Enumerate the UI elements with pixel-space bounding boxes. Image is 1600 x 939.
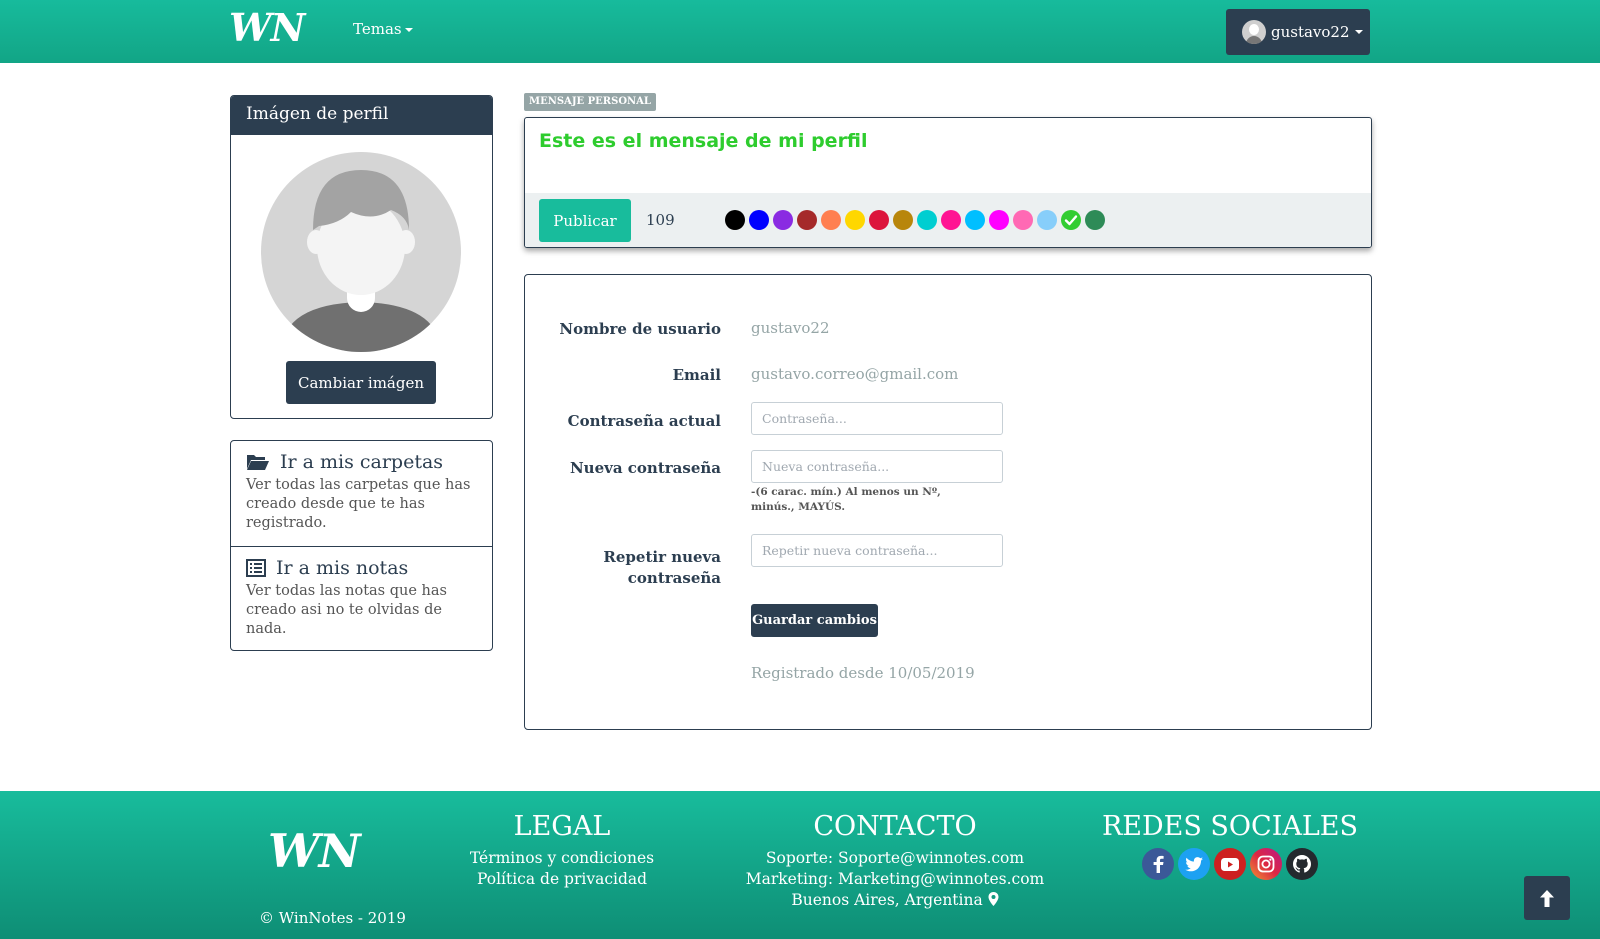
user-menu-button[interactable]: gustavo22 (1226, 9, 1370, 55)
scroll-to-top-button[interactable] (1524, 876, 1570, 920)
color-swatch[interactable] (749, 210, 769, 230)
github-icon[interactable] (1286, 848, 1318, 880)
instagram-icon[interactable] (1250, 848, 1282, 880)
color-swatch[interactable] (725, 210, 745, 230)
social-links (1100, 848, 1360, 880)
personal-message-box: Este es el mensaje de mi perfil Publicar… (524, 117, 1372, 248)
color-swatch[interactable] (893, 210, 913, 230)
user-name: gustavo22 (1271, 23, 1350, 41)
footer-contact: CONTACTO Soporte: Soporte@winnotes.com M… (745, 811, 1045, 911)
color-swatch[interactable] (1061, 210, 1081, 230)
email-label: Email (672, 366, 721, 384)
chevron-down-icon (1354, 30, 1363, 34)
link-my-notes-title-row: Ir a mis notas (246, 557, 477, 579)
link-my-notes-description: Ver todas las notas que has creado asi n… (246, 583, 447, 637)
default-user-icon (281, 170, 441, 352)
chevron-down-icon (404, 28, 413, 32)
link-my-folders[interactable]: Ir a mis carpetas Ver todas las carpetas… (231, 441, 492, 546)
check-icon (1064, 215, 1078, 226)
social-heading: REDES SOCIALES (1101, 811, 1359, 842)
color-palette (725, 210, 1105, 230)
message-toolbar: Publicar 109 (525, 193, 1371, 247)
legal-heading: LEGAL (513, 811, 611, 842)
youtube-icon[interactable] (1214, 848, 1246, 880)
char-counter: 109 (646, 211, 675, 229)
link-my-notes[interactable]: Ir a mis notas Ver todas las notas que h… (231, 546, 492, 650)
registered-since-text: Registrado desde 10/05/2019 (751, 664, 975, 682)
link-my-folders-description: Ver todas las carpetas que has creado de… (246, 477, 471, 531)
color-swatch[interactable] (869, 210, 889, 230)
profile-image-card: Imágen de perfil Cambiar imágen (230, 95, 493, 419)
copyright-text: © WinNotes - 2019 (259, 909, 406, 927)
personal-message-badge: MENSAJE PERSONAL (524, 93, 656, 111)
terms-link[interactable]: Términos y condiciones (462, 848, 662, 869)
folder-open-icon (247, 455, 269, 470)
repeat-password-label: Repetir nueva contraseña (603, 547, 721, 589)
footer-logo: WN (268, 827, 364, 875)
color-swatch[interactable] (965, 210, 985, 230)
shortcuts-card: Ir a mis carpetas Ver todas las carpetas… (230, 440, 493, 651)
new-password-input[interactable] (751, 450, 1003, 483)
publish-button[interactable]: Publicar (539, 199, 631, 242)
color-swatch[interactable] (797, 210, 817, 230)
color-swatch[interactable] (1037, 210, 1057, 230)
brand-logo-text: WN (229, 8, 307, 48)
change-image-button[interactable]: Cambiar imágen (286, 361, 436, 404)
list-icon (246, 559, 266, 577)
user-avatar-icon (1242, 20, 1266, 44)
location-line: Buenos Aires, Argentina (745, 890, 1045, 911)
profile-avatar (261, 152, 461, 352)
temas-dropdown[interactable]: Temas (353, 20, 413, 38)
email-value: gustavo.correo@gmail.com (751, 365, 959, 383)
color-swatch[interactable] (773, 210, 793, 230)
color-swatch[interactable] (989, 210, 1009, 230)
temas-label: Temas (353, 20, 402, 38)
privacy-link[interactable]: Política de privacidad (462, 869, 662, 890)
repeat-password-label-line2: contraseña (627, 569, 721, 587)
current-password-input[interactable] (751, 402, 1003, 435)
color-swatch[interactable] (917, 210, 937, 230)
repeat-password-label-line1: Repetir nueva (603, 548, 721, 566)
support-email-link[interactable]: Soporte: Soporte@winnotes.com (745, 848, 1045, 869)
footer-logo-text: WN (268, 827, 363, 875)
footer-legal: LEGAL Términos y condiciones Política de… (462, 811, 662, 890)
username-value: gustavo22 (751, 319, 830, 337)
save-changes-button[interactable]: Guardar cambios (751, 604, 878, 637)
top-navbar: WN Temas gustavo22 (0, 0, 1600, 63)
link-my-notes-title: Ir a mis notas (276, 557, 409, 579)
username-label: Nombre de usuario (559, 320, 721, 338)
current-password-label: Contraseña actual (567, 412, 721, 430)
profile-image-header: Imágen de perfil (231, 96, 492, 135)
map-marker-icon (988, 892, 999, 906)
color-swatch[interactable] (1085, 210, 1105, 230)
facebook-icon[interactable] (1142, 848, 1174, 880)
personal-message-text[interactable]: Este es el mensaje de mi perfil (539, 130, 868, 152)
color-swatch[interactable] (941, 210, 961, 230)
twitter-icon[interactable] (1178, 848, 1210, 880)
arrow-up-icon (1540, 889, 1554, 907)
link-my-folders-title-row: Ir a mis carpetas (246, 451, 477, 473)
contact-heading: CONTACTO (813, 811, 977, 842)
password-help-text: -(6 carac. mín.) Al menos un Nº, minús.,… (751, 486, 941, 513)
repeat-password-input[interactable] (751, 534, 1003, 567)
marketing-email-link[interactable]: Marketing: Marketing@winnotes.com (745, 869, 1045, 890)
brand-logo[interactable]: WN (229, 8, 333, 48)
location-text: Buenos Aires, Argentina (791, 891, 983, 909)
link-my-folders-title: Ir a mis carpetas (280, 451, 444, 473)
new-password-label: Nueva contraseña (569, 459, 721, 477)
footer-social: REDES SOCIALES (1100, 811, 1360, 880)
profile-form-card: Nombre de usuario gustavo22 Email gustav… (524, 274, 1372, 730)
color-swatch[interactable] (845, 210, 865, 230)
color-swatch[interactable] (1013, 210, 1033, 230)
site-footer: WN © WinNotes - 2019 LEGAL Términos y co… (0, 791, 1600, 939)
color-swatch[interactable] (821, 210, 841, 230)
